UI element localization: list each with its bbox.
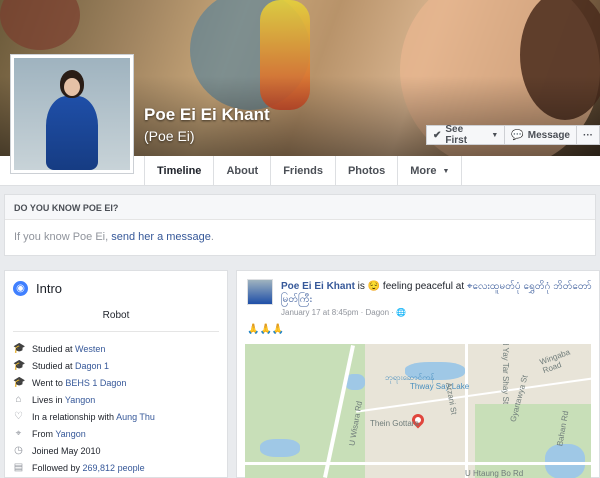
know-card-heading: DO YOU KNOW POE EI? [5,195,595,220]
graduation-cap-icon: 🎓 [13,360,26,371]
avatar[interactable] [247,279,273,305]
post-header: Poe Ei Ei Khant is 😌 feeling peaceful at… [281,280,593,306]
profile-name[interactable]: Poe Ei Ei Khant [144,105,270,125]
post-feeling: feeling peaceful [382,281,453,292]
post-timestamp-link[interactable]: January 17 at 8:45pm [281,308,358,317]
cover-decor [0,0,80,50]
home-icon: ⌂ [15,394,22,405]
intro-item-text: Studied at [32,343,76,354]
intro-item-link[interactable]: Dagon 1 [75,361,109,371]
send-message-link[interactable]: send her a message [111,231,211,243]
globe-icon: ◉ [13,281,28,296]
tab-label: Photos [347,165,386,177]
intro-item-education: 🎓 Studied at Dagon 1 [13,357,219,374]
intro-list: 🎓 Studied at Westen 🎓 Studied at Dagon 1… [5,332,227,476]
intro-header: ◉ Intro [5,271,227,304]
cover-action-bar: ✔ See First ▼ 💬 Message ··· [426,124,600,146]
know-card-body: If you know Poe Ei, send her a message. [5,220,595,254]
know-card-suffix: . [210,231,214,243]
intro-item-link[interactable]: Yangon [55,429,85,439]
location-icon: ⌖ [15,428,22,439]
intro-bio: Robot [13,304,219,332]
intro-item-link[interactable]: Westen [75,344,105,354]
profile-figure-face [64,78,80,96]
intro-item-link[interactable]: Aung Thu [116,412,155,422]
see-first-button[interactable]: ✔ See First ▼ [426,124,506,146]
know-card: DO YOU KNOW POE EI? If you know Poe Ei, … [4,194,596,256]
more-icon: ··· [583,129,593,141]
intro-item-lives-in: ⌂ Lives in Yangon [13,391,219,408]
followers-icon: ▤ [13,462,24,473]
profile-image [14,58,130,170]
intro-item-joined: ◷ Joined May 2010 [13,442,219,459]
intro-item-link[interactable]: 269,812 people [83,463,145,473]
chevron-down-icon: ▼ [491,131,499,139]
tab-label: Friends [283,165,323,177]
intro-card: ◉ Intro Robot 🎓 Studied at Westen 🎓 Stud… [4,270,228,478]
intro-item-text: Went to [32,377,66,388]
intro-item-education: 🎓 Studied at Westen [13,340,219,357]
map-water [260,439,300,457]
intro-item-text: Studied at [32,360,76,371]
map-road [245,462,591,465]
tab-about[interactable]: About [213,156,270,186]
tab-label: Timeline [157,165,202,177]
tab-photos[interactable]: Photos [334,156,397,186]
heart-icon: ♡ [14,411,23,422]
intro-item-text: Lives in [32,394,65,405]
tab-more[interactable]: More ▼ [397,156,463,186]
tab-friends[interactable]: Friends [270,156,335,186]
profile-figure-dress [46,96,98,170]
intro-item-relationship: ♡ In a relationship with Aung Thu [13,408,219,425]
check-icon: ✔ [433,129,442,141]
tab-label: About [226,165,259,177]
more-options-button[interactable]: ··· [577,125,600,145]
intro-title: Intro [36,281,63,296]
globe-icon: 🌐 [396,308,407,317]
map-label: Thway Say Lake [410,382,470,391]
clock-icon: ◷ [14,445,23,456]
intro-item-from: ⌖ From Yangon [13,425,219,442]
map-label: Thein Gottara [370,419,419,428]
message-button[interactable]: 💬 Message [505,125,577,145]
post-meta: January 17 at 8:45pm · Dagon · 🌐 [281,308,407,317]
location-map[interactable]: ဘုရားဆောင်ကန် Thway Say Lake Thein Gotta… [245,344,591,478]
map-label: U Htaung Bo Rd [465,469,524,478]
intro-item-followers: ▤ Followed by 269,812 people [13,459,219,476]
see-first-label: See First [445,124,468,146]
chevron-down-icon: ▼ [442,167,450,175]
map-water [545,444,585,478]
post-text: 🙏🙏🙏 [247,324,285,335]
intro-item-text: Followed by [32,462,83,473]
messenger-icon: 💬 [511,129,524,141]
intro-item-education: 🎓 Went to BEHS 1 Dagon [13,374,219,391]
tab-label: More [410,165,437,177]
graduation-cap-icon: 🎓 [13,343,26,354]
tab-timeline[interactable]: Timeline [144,156,213,186]
intro-item-link[interactable]: Yangon [65,395,95,405]
know-card-text: If you know Poe Ei, [14,231,112,243]
intro-item-text: In a relationship with [32,411,117,422]
map-road [465,344,468,478]
profile-picture[interactable] [10,54,134,174]
post-author-link[interactable]: Poe Ei Ei Khant [281,281,355,292]
post-verb: is [354,281,368,292]
post-location: Dagon [365,308,390,317]
timeline-post: Poe Ei Ei Khant is 😌 feeling peaceful at… [236,270,600,478]
smile-emoji-icon: 😌 [367,281,381,292]
map-label: Old Yay Tar Shay St [501,344,511,405]
intro-item-link[interactable]: BEHS 1 Dagon [65,378,126,388]
intro-item-text: Joined May 2010 [32,445,101,456]
profile-alternate-name: (Poe Ei) [144,128,195,144]
map-label: Wingaba Road [538,347,572,376]
message-label: Message [527,129,570,141]
graduation-cap-icon: 🎓 [13,377,26,388]
intro-item-text: From [32,428,56,439]
post-at: at [452,281,467,292]
